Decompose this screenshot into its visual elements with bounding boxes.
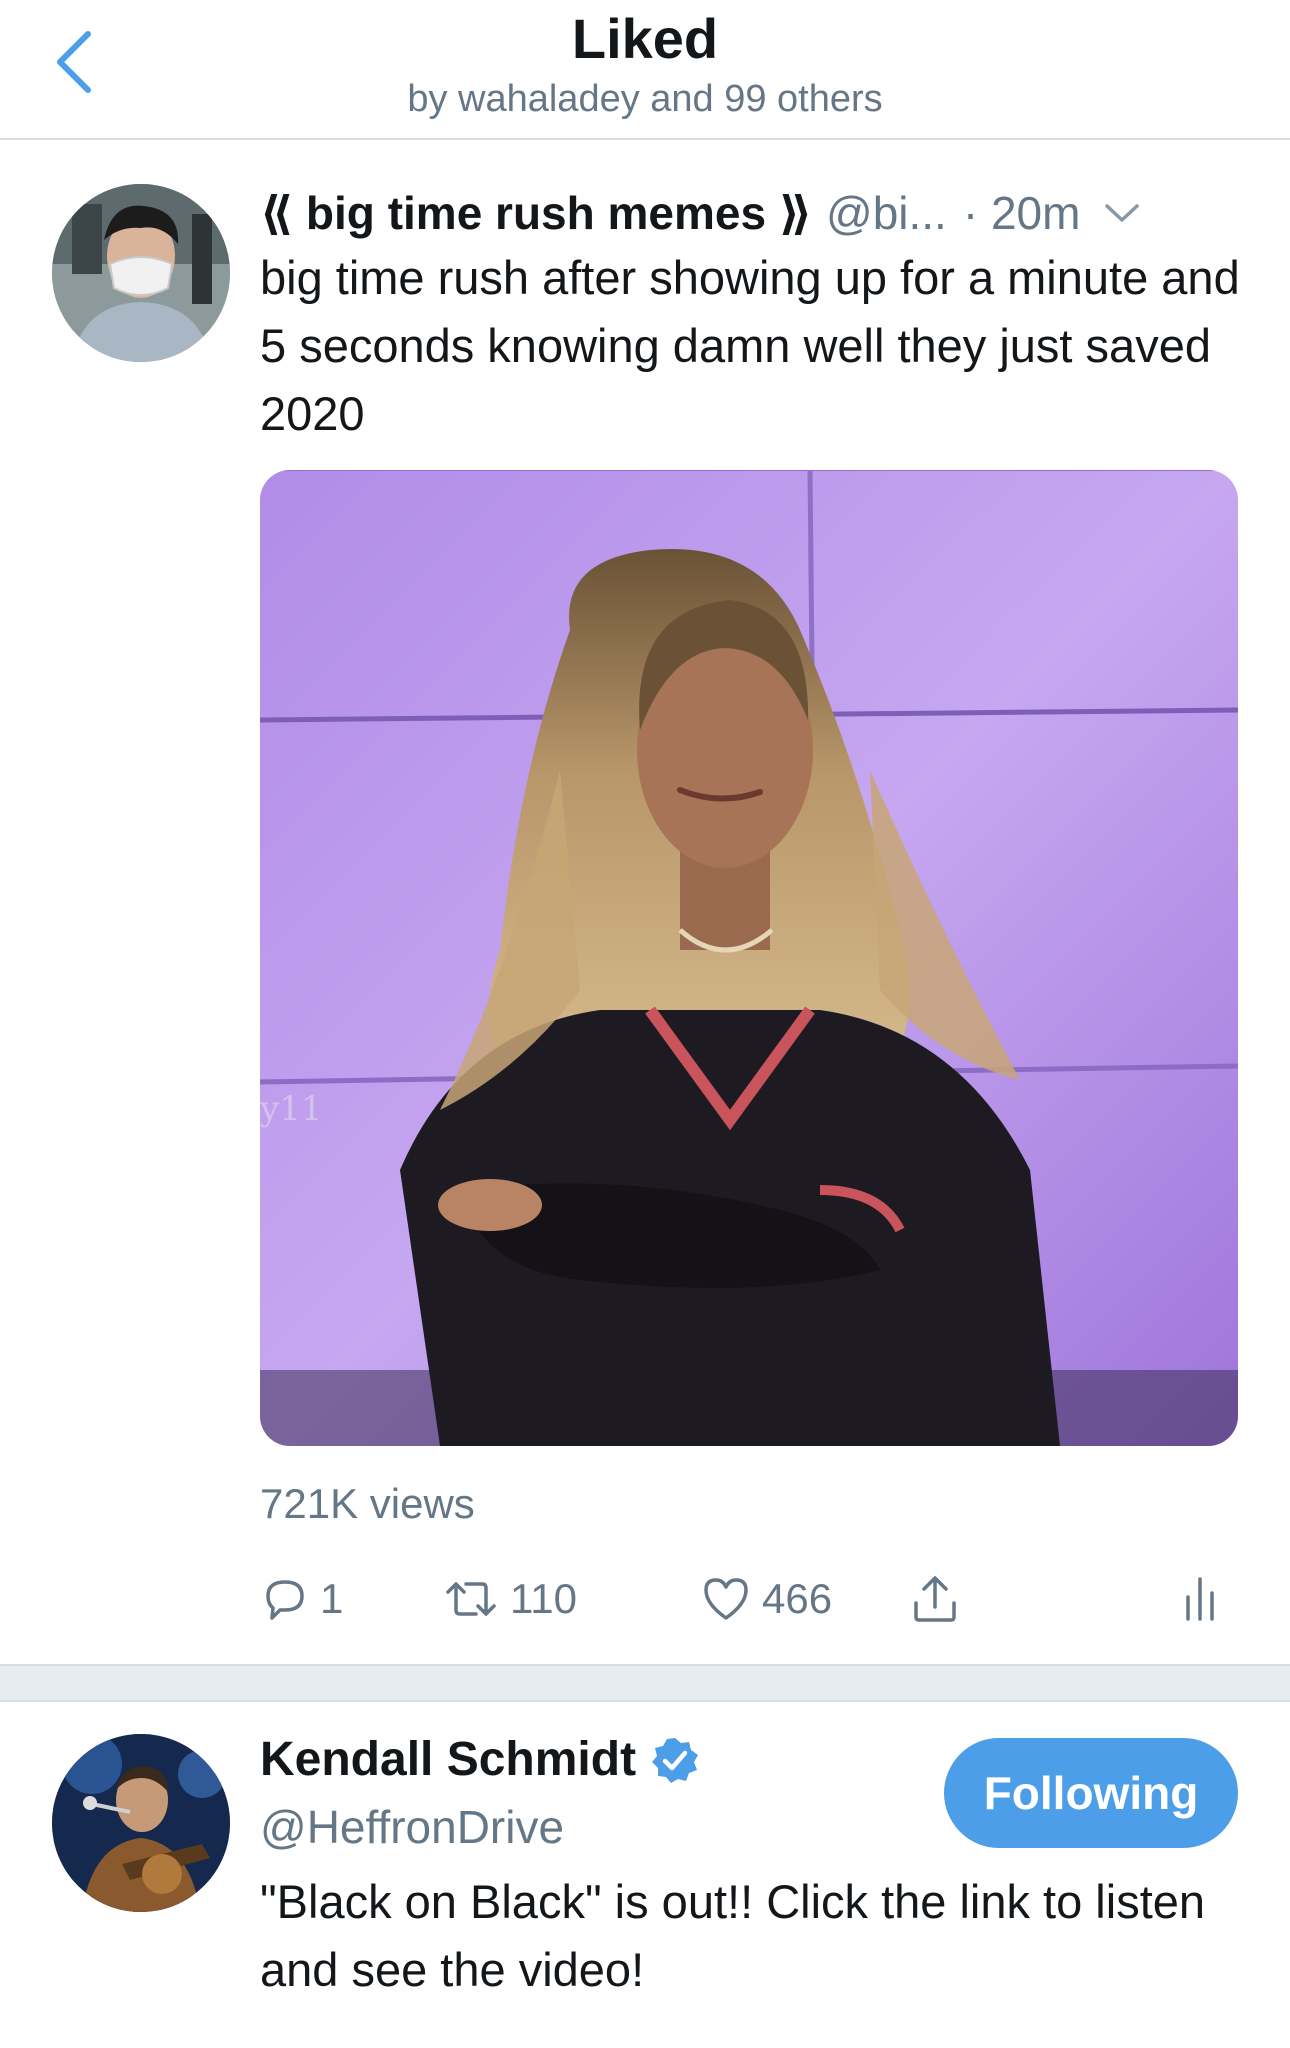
analytics-button[interactable] <box>1180 1564 1220 1634</box>
section-divider <box>0 1664 1290 1702</box>
reply-count: 1 <box>320 1575 344 1622</box>
tweet-author-handle[interactable]: @bi... <box>826 186 947 240</box>
analytics-icon <box>1186 1577 1214 1621</box>
like-button[interactable]: 466 <box>700 1564 832 1634</box>
heart-icon <box>704 1578 748 1620</box>
verified-badge-icon <box>652 1737 699 1783</box>
like-count: 466 <box>762 1575 833 1622</box>
view-count: 721K views <box>260 1480 475 1527</box>
tweet-options-button[interactable] <box>1100 191 1144 235</box>
page-title: Liked <box>571 7 719 70</box>
avatar[interactable] <box>52 1734 230 1912</box>
tweet-video[interactable]: y11 <box>260 470 1238 1446</box>
share-button[interactable] <box>910 1564 960 1634</box>
retweet-button[interactable]: 110 <box>442 1564 577 1634</box>
user-handle[interactable]: @HeffronDrive <box>260 1800 564 1854</box>
page-subtitle: by wahaladey and 99 others <box>407 78 883 120</box>
share-icon <box>914 1576 956 1622</box>
video-watermark: y11 <box>260 1089 322 1129</box>
tweet-text: big time rush after showing up for a min… <box>260 251 1240 440</box>
tweet-timestamp[interactable]: · 20m <box>963 186 1081 240</box>
tweet-header: ⟪ big time rush memes ⟫ @bi... · 20m <box>260 180 1238 246</box>
top-nav-bar: Liked by wahaladey and 99 others <box>0 0 1290 140</box>
user-display-name[interactable]: Kendall Schmidt <box>260 1732 636 1787</box>
user-card[interactable]: Kendall Schmidt @HeffronDrive Following … <box>0 1702 1290 2048</box>
retweet-count: 110 <box>510 1575 577 1622</box>
retweet-icon <box>446 1582 496 1616</box>
reply-bubble-icon <box>266 1580 304 1620</box>
user-name-row: Kendall Schmidt <box>260 1732 700 1787</box>
chevron-down-icon <box>1105 204 1140 222</box>
following-button[interactable]: Following <box>944 1738 1238 1848</box>
tweet[interactable]: ⟪ big time rush memes ⟫ @bi... · 20m big… <box>0 142 1290 1667</box>
reply-button[interactable]: 1 <box>260 1564 343 1634</box>
avatar[interactable] <box>52 184 230 362</box>
user-bio: "Black on Black" is out!! Click the link… <box>260 1875 1206 1996</box>
tweet-author-name[interactable]: ⟪ big time rush memes ⟫ <box>260 186 812 240</box>
tweet-actions-bar: 1 110 466 <box>260 1564 1238 1634</box>
